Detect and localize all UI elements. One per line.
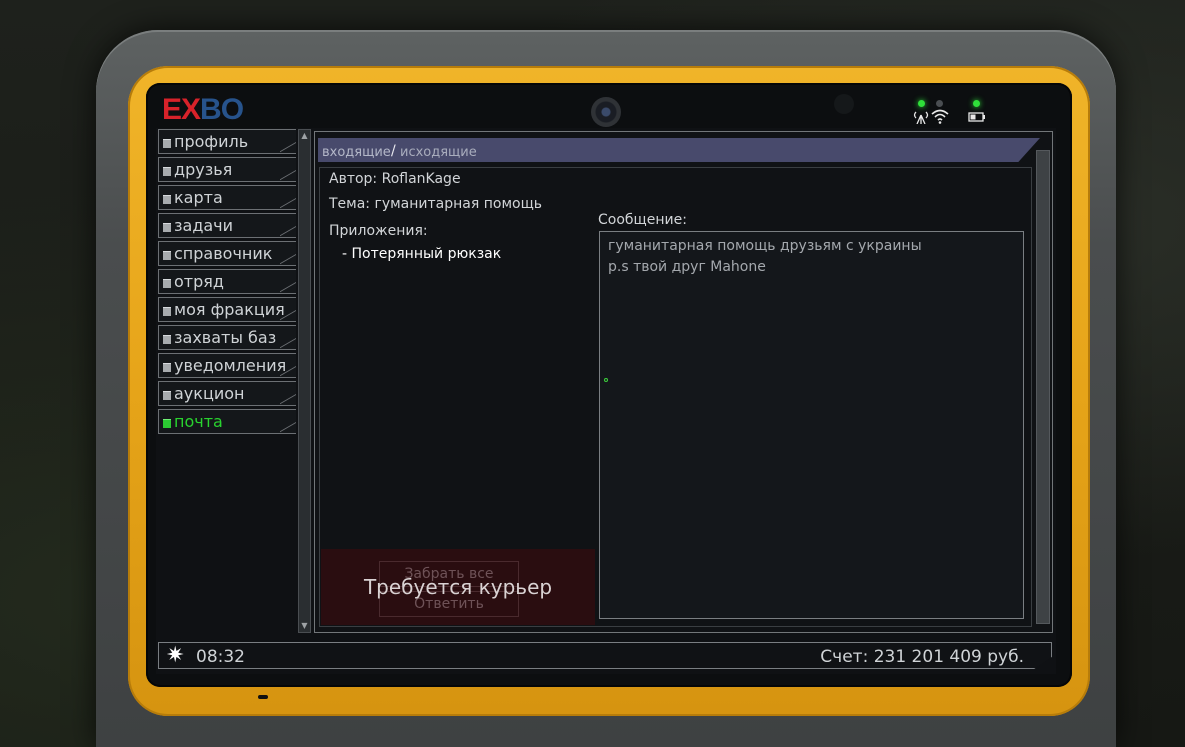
sun-icon: ✷ [166,643,185,668]
sidebar-item-label: друзья [174,160,233,179]
sidebar-scrollbar[interactable]: ▲ ▼ [298,129,311,633]
mail-subject: Тема: гуманитарная помощь [329,196,543,212]
sidebar-item-label: уведомления [174,356,287,375]
sidebar-item-mail[interactable]: почта [158,409,296,434]
sidebar-item-label: отряд [174,272,224,291]
sidebar-item-label: справочник [174,244,273,263]
attachment-item[interactable]: - Потерянный рюкзак [342,246,501,262]
scroll-down-icon[interactable]: ▼ [300,621,309,631]
speaker-slot [258,695,268,699]
folder-icon [163,139,171,148]
signal-led [918,100,925,107]
sidebar-item-reference[interactable]: справочник [158,241,296,266]
folder-icon [163,419,171,428]
wifi-led [936,100,943,107]
sidebar-item-label: моя фракция [174,300,285,319]
folder-icon [163,335,171,344]
tab-separator: / [391,143,396,159]
tab-incoming[interactable]: входящие [322,145,391,160]
folder-icon [163,279,171,288]
sidebar-item-label: задачи [174,216,234,235]
camera-icon [591,97,621,127]
sidebar-item-label: аукцион [174,384,245,403]
logo-part-ex: EX [162,93,201,126]
sidebar-item-auction[interactable]: аукцион [158,381,296,406]
sidebar-item-notifications[interactable]: уведомления [158,353,296,378]
folder-icon [163,251,171,260]
message-body[interactable]: гуманитарная помощь друзьям с украины p.… [599,231,1024,619]
battery-icon [968,112,986,126]
scroll-up-icon[interactable]: ▲ [300,131,309,141]
message-line: p.s твой друг Mahone [608,259,766,275]
sidebar-item-faction[interactable]: моя фракция [158,297,296,322]
message-label: Сообщение: [598,212,687,228]
clock-time: 08:32 [196,647,245,667]
sidebar-item-label: почта [174,412,223,431]
mail-author: Автор: RoflanKage [329,171,461,187]
logo-part-bo: BO [200,93,244,126]
antenna-icon [912,110,930,128]
sidebar-item-label: захваты баз [174,328,277,347]
account-balance: Счет: 231 201 409 руб. [820,647,1024,667]
folder-icon [163,195,171,204]
cursor-marker [604,378,608,382]
sidebar-item-map[interactable]: карта [158,185,296,210]
sidebar-item-friends[interactable]: друзья [158,157,296,182]
folder-icon [163,391,171,400]
sidebar-nav: профиль друзья карта задачи справочник о… [158,129,296,437]
mail-scrollbar[interactable] [1036,150,1050,624]
sidebar-item-label: профиль [174,132,249,151]
folder-icon [163,307,171,316]
sidebar-item-profile[interactable]: профиль [158,129,296,154]
sidebar-item-tasks[interactable]: задачи [158,213,296,238]
tab-outgoing[interactable]: исходящие [400,145,477,160]
folder-icon [163,223,171,232]
courier-required-text: Требуется курьер [363,575,553,599]
folder-icon [163,363,171,372]
sidebar-item-squad[interactable]: отряд [158,269,296,294]
sensor-dot [834,94,854,114]
exbo-logo: EX BO [162,93,244,126]
battery-led [973,100,980,107]
mail-attachments-label: Приложения: [329,223,428,239]
sidebar-item-base-captures[interactable]: захваты баз [158,325,296,350]
message-line: гуманитарная помощь друзьям с украины [608,238,922,254]
wifi-icon [931,108,949,128]
folder-icon [163,167,171,176]
sidebar-item-label: карта [174,188,223,207]
